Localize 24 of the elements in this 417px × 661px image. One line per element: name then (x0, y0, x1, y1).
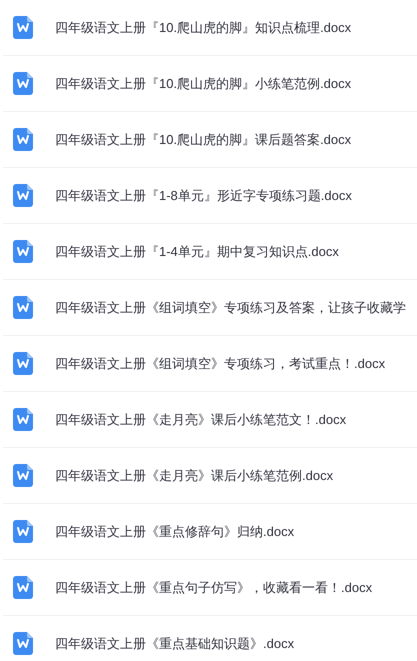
word-document-icon (13, 240, 33, 263)
file-name[interactable]: 四年级语文上册《重点修辞句》归纳.docx (55, 522, 294, 542)
word-document-icon (13, 576, 33, 599)
word-document-icon (13, 632, 33, 655)
word-document-icon (13, 72, 33, 95)
word-document-icon (13, 128, 33, 151)
file-name[interactable]: 四年级语文上册『10.爬山虎的脚』小练笔范例.docx (55, 74, 352, 94)
file-name[interactable]: 四年级语文上册『1-4单元』期中复习知识点.docx (55, 242, 339, 262)
word-document-icon (13, 408, 33, 431)
word-document-icon (13, 520, 33, 543)
file-name[interactable]: 四年级语文上册『10.爬山虎的脚』知识点梳理.docx (55, 18, 352, 38)
file-name[interactable]: 四年级语文上册『1-8单元』形近字专项练习题.docx (55, 186, 352, 206)
word-document-icon (13, 464, 33, 487)
word-document-icon (13, 184, 33, 207)
file-name[interactable]: 四年级语文上册『10.爬山虎的脚』课后题答案.docx (55, 130, 352, 150)
word-document-icon (13, 16, 33, 39)
word-document-icon (13, 296, 33, 319)
file-name[interactable]: 四年级语文上册《组词填空》专项练习，考试重点！.docx (55, 354, 386, 374)
file-name[interactable]: 四年级语文上册《走月亮》课后小练笔范文！.docx (55, 410, 346, 430)
file-name[interactable]: 四年级语文上册《重点基础知识题》.docx (55, 634, 294, 654)
file-name[interactable]: 四年级语文上册《组词填空》专项练习及答案，让孩子收藏学 (55, 298, 406, 318)
word-document-icon (13, 352, 33, 375)
file-name[interactable]: 四年级语文上册《重点句子仿写》，收藏看一看！.docx (55, 578, 372, 598)
file-name[interactable]: 四年级语文上册《走月亮》课后小练笔范例.docx (55, 466, 334, 486)
